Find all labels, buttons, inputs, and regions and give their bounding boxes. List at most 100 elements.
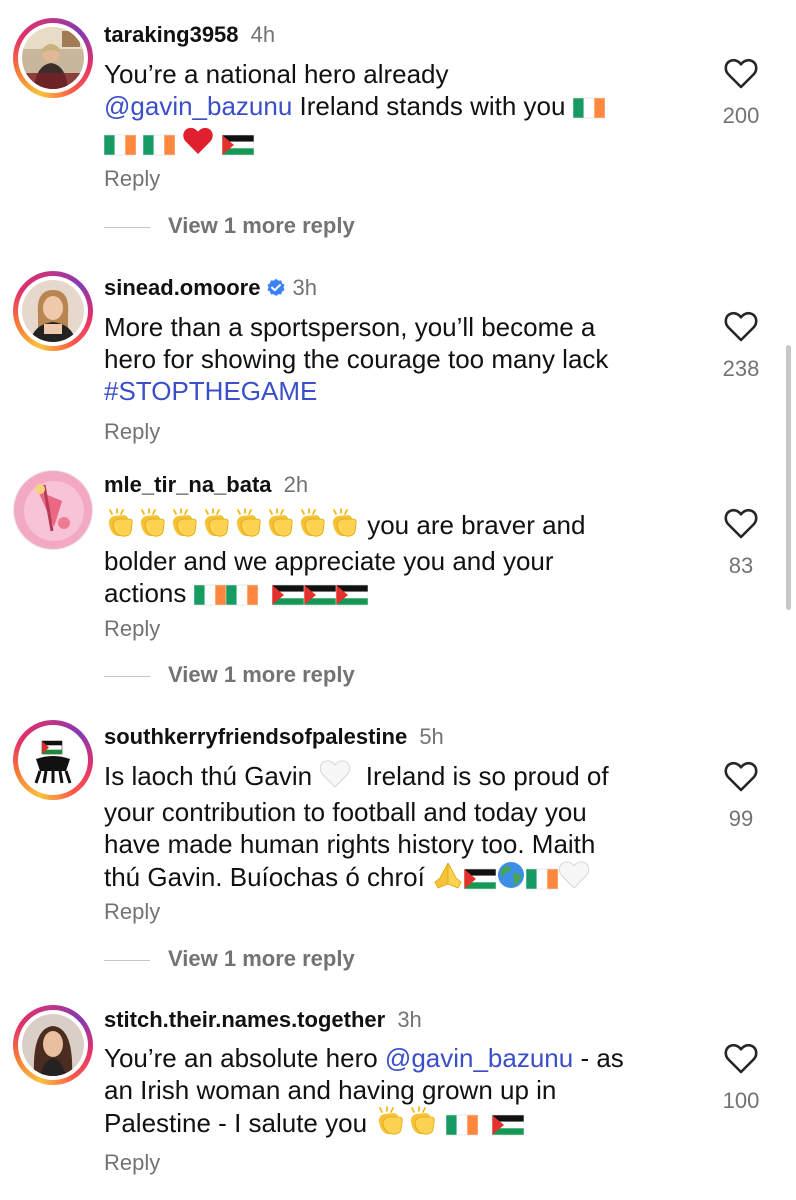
comment-line: actions bbox=[104, 577, 684, 613]
view-replies-label: View 1 more reply bbox=[168, 946, 355, 971]
flag-ireland-icon bbox=[225, 581, 258, 613]
timestamp: 4h bbox=[250, 22, 276, 47]
divider bbox=[104, 959, 150, 961]
flag-ireland-icon bbox=[103, 131, 137, 163]
flag-ireland-icon bbox=[525, 865, 559, 897]
comment-line: thú Gavin. Buíochas ó chroí bbox=[104, 860, 684, 897]
avatar-image bbox=[22, 280, 84, 342]
username[interactable]: southkerryfriendsofpalestine bbox=[104, 724, 407, 749]
clap-icon bbox=[264, 508, 296, 545]
comment-line: you are braver and bbox=[104, 508, 684, 545]
reply-button[interactable]: Reply bbox=[104, 1148, 160, 1178]
like-count: 99 bbox=[728, 806, 754, 831]
mention[interactable]: @gavin_bazunu bbox=[104, 91, 292, 121]
avatar-image bbox=[22, 27, 84, 89]
avatar-image bbox=[14, 471, 92, 549]
text-segment: you are braver and bbox=[360, 510, 586, 540]
text-segment bbox=[175, 128, 182, 158]
flag-palestine-icon bbox=[491, 1111, 525, 1143]
reply-button[interactable]: Reply bbox=[104, 164, 160, 194]
mention[interactable]: @gavin_bazunu bbox=[385, 1043, 573, 1073]
reply-button[interactable]: Reply bbox=[104, 897, 160, 927]
comment-line: You’re a national hero already bbox=[104, 58, 684, 90]
text-segment: Ireland is so proud of bbox=[351, 761, 609, 791]
comment-line: #STOPTHEGAME bbox=[104, 375, 684, 407]
heart-icon[interactable] bbox=[724, 311, 758, 342]
text-segment: Is laoch thú Gavin bbox=[104, 761, 320, 791]
flag-ireland-icon bbox=[142, 131, 176, 163]
comment-line: an Irish woman and having grown up in bbox=[104, 1074, 684, 1106]
scrollbar[interactable] bbox=[786, 345, 791, 610]
avatar[interactable] bbox=[13, 1005, 93, 1085]
heart-icon[interactable] bbox=[724, 508, 758, 539]
comment-header: stitch.their.names.together 3h bbox=[104, 1005, 422, 1035]
comment-header: mle_tir_na_bata 2h bbox=[104, 470, 308, 500]
avatar-image bbox=[22, 1014, 84, 1076]
text-segment: More than a sportsperson, you’ll become … bbox=[104, 312, 596, 342]
text-segment: - as bbox=[573, 1043, 624, 1073]
divider bbox=[104, 226, 150, 228]
username[interactable]: stitch.their.names.together bbox=[104, 1007, 385, 1032]
comment-text: Is laoch thú Gavin Ireland is so proud o… bbox=[104, 759, 684, 897]
divider bbox=[104, 675, 150, 677]
text-segment bbox=[258, 578, 272, 608]
comment-line: bolder and we appreciate you and your bbox=[104, 545, 684, 577]
avatar[interactable] bbox=[13, 470, 93, 550]
reply-button[interactable]: Reply bbox=[104, 417, 160, 447]
comment-line: Is laoch thú Gavin Ireland is so proud o… bbox=[104, 759, 684, 796]
comment-line: More than a sportsperson, you’ll become … bbox=[104, 311, 684, 343]
text-segment: bolder and we appreciate you and your bbox=[104, 546, 554, 576]
comments-list: taraking3958 4h You’re a national hero a… bbox=[0, 0, 796, 1200]
like-control: 238 bbox=[710, 311, 772, 382]
avatar[interactable] bbox=[13, 18, 93, 98]
comment-line: @gavin_bazunu Ireland stands with you bbox=[104, 90, 684, 126]
red-heart-icon bbox=[182, 126, 214, 163]
clap-icon bbox=[374, 1106, 406, 1143]
text-segment: thú Gavin. Buíochas ó chroí bbox=[104, 862, 433, 892]
clap-icon bbox=[296, 508, 328, 545]
clap-icon bbox=[232, 508, 264, 545]
clap-icon bbox=[328, 508, 360, 545]
view-more-replies[interactable]: View 1 more reply bbox=[104, 944, 355, 974]
like-count: 200 bbox=[722, 103, 760, 128]
clap-icon bbox=[168, 508, 200, 545]
text-segment bbox=[136, 128, 143, 158]
clap-icon bbox=[406, 1106, 438, 1143]
timestamp: 3h bbox=[397, 1007, 422, 1032]
comment-line: You’re an absolute hero @gavin_bazunu - … bbox=[104, 1042, 684, 1074]
like-count: 238 bbox=[722, 356, 760, 381]
timestamp: 2h bbox=[283, 472, 309, 497]
heart-icon[interactable] bbox=[724, 58, 758, 89]
like-count: 83 bbox=[728, 553, 754, 578]
view-more-replies[interactable]: View 1 more reply bbox=[104, 211, 355, 241]
timestamp: 3h bbox=[292, 275, 317, 300]
hashtag[interactable]: #STOPTHEGAME bbox=[104, 376, 317, 406]
text-segment: an Irish woman and having grown up in bbox=[104, 1075, 557, 1105]
view-replies-label: View 1 more reply bbox=[168, 213, 355, 238]
username[interactable]: taraking3958 bbox=[104, 22, 239, 47]
like-count: 100 bbox=[722, 1088, 760, 1113]
heart-icon[interactable] bbox=[724, 761, 758, 792]
comment-text: you are braver and bolder and we apprecia… bbox=[104, 508, 684, 613]
text-segment: Ireland stands with you bbox=[292, 91, 573, 121]
username[interactable]: mle_tir_na_bata bbox=[104, 472, 272, 497]
reply-button[interactable]: Reply bbox=[104, 614, 160, 644]
view-replies-label: View 1 more reply bbox=[168, 662, 355, 687]
view-more-replies[interactable]: View 1 more reply bbox=[104, 660, 355, 690]
heart-icon[interactable] bbox=[724, 1043, 758, 1074]
flag-palestine-icon bbox=[271, 581, 305, 613]
avatar-image bbox=[22, 729, 84, 791]
avatar[interactable] bbox=[13, 720, 93, 800]
white-heart-icon bbox=[319, 759, 351, 796]
text-segment: your contribution to football and today … bbox=[104, 797, 587, 827]
text-segment bbox=[438, 1108, 445, 1138]
text-segment bbox=[214, 128, 221, 158]
comment-header: sinead.omoore 3h bbox=[104, 273, 317, 303]
avatar[interactable] bbox=[13, 271, 93, 351]
globe-icon bbox=[496, 860, 526, 897]
username[interactable]: sinead.omoore bbox=[104, 275, 260, 300]
like-control: 99 bbox=[710, 761, 772, 832]
text-segment: hero for showing the courage too many la… bbox=[104, 344, 609, 374]
flag-palestine-icon bbox=[303, 581, 337, 613]
folded-hands-icon bbox=[432, 860, 464, 897]
